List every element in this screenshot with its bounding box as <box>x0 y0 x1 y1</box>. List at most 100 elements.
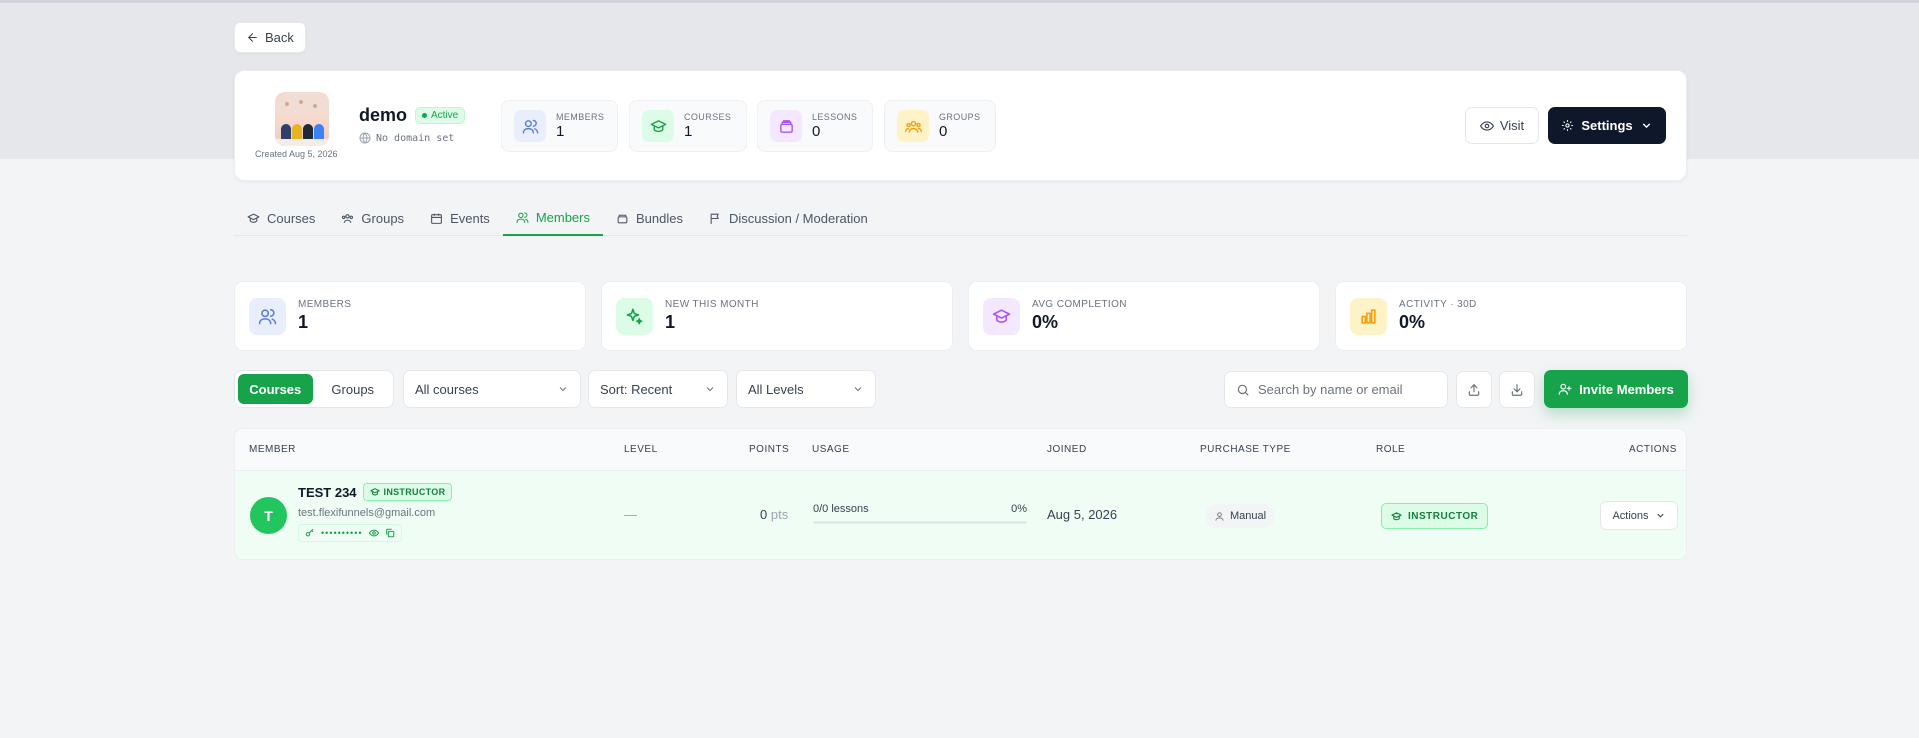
graduation-cap-icon <box>369 488 380 496</box>
usage-percent: 0% <box>1011 503 1027 515</box>
table-row[interactable]: T TEST 234 INSTRUCTOR test.flexifunnels@… <box>235 471 1686 559</box>
eye-icon <box>1479 120 1494 131</box>
tab-discussion-moderation[interactable]: Discussion / Moderation <box>696 200 881 236</box>
graduation-cap-icon <box>247 213 260 223</box>
back-button[interactable]: Back <box>234 22 306 53</box>
community-title: demo <box>359 105 408 125</box>
tab-members[interactable]: Members <box>502 200 603 236</box>
upload-icon <box>1468 383 1480 396</box>
back-label: Back <box>265 30 294 45</box>
users-icon <box>249 297 286 335</box>
column-header: MEMBER <box>249 444 296 455</box>
header-stat-label: COURSES <box>684 112 732 122</box>
role-badge: INSTRUCTOR <box>1381 503 1489 529</box>
column-header: PURCHASE TYPE <box>1200 444 1291 455</box>
tab-label: Bundles <box>636 210 683 226</box>
member-level: — <box>624 507 637 522</box>
column-header: JOINED <box>1047 444 1087 455</box>
segment-courses[interactable]: Courses <box>238 374 313 404</box>
user-icon <box>1215 511 1224 521</box>
table-header: MEMBER LEVEL POINTS USAGE JOINED PURCHAS… <box>235 429 1686 471</box>
stat-card-new-this-month: NEW THIS MONTH 1 <box>601 281 953 351</box>
visit-button[interactable]: Visit <box>1465 107 1539 144</box>
invite-members-button[interactable]: Invite Members <box>1544 370 1688 408</box>
sparkles-icon <box>616 297 653 335</box>
tab-courses[interactable]: Courses <box>234 200 328 236</box>
stat-value: 0% <box>1032 312 1059 332</box>
actions-label: Actions <box>1612 509 1649 522</box>
chevron-down-icon <box>854 387 862 392</box>
users-icon <box>514 110 546 142</box>
header-stat-courses: COURSES 1 <box>629 100 747 152</box>
arrow-left-icon <box>248 33 257 42</box>
stat-value: 1 <box>665 312 676 332</box>
stat-label: MEMBERS <box>298 299 352 310</box>
member-email: test.flexifunnels@gmail.com <box>298 507 436 519</box>
purchase-type-label: Manual <box>1230 510 1267 522</box>
export-button[interactable] <box>1456 371 1492 408</box>
instructor-badge: INSTRUCTOR <box>362 483 453 501</box>
level-filter-select[interactable]: All Levels <box>736 370 876 408</box>
community-logo <box>235 92 329 146</box>
points-value: 0 <box>760 507 768 522</box>
visit-label: Visit <box>1499 118 1525 133</box>
calendar-icon <box>431 213 442 224</box>
stat-value: 1 <box>298 312 309 332</box>
created-date: Created Aug 5, 2026 <box>255 149 338 159</box>
points-unit: pts <box>770 507 789 522</box>
member-points: 0 pts <box>760 507 788 522</box>
graduation-cap-icon <box>1391 511 1402 520</box>
bar-chart-icon <box>1350 297 1387 335</box>
password-mask: •••••••••• <box>321 528 363 538</box>
settings-button[interactable]: Settings <box>1548 107 1666 144</box>
header-stat-value: 1 <box>684 123 693 140</box>
domain-info: No domain set <box>359 132 465 144</box>
segment-groups[interactable]: Groups <box>316 374 391 404</box>
tab-groups[interactable]: Groups <box>328 200 417 236</box>
row-actions-button[interactable]: Actions <box>1600 501 1678 530</box>
invite-label: Invite Members <box>1579 381 1674 397</box>
eye-icon[interactable] <box>368 528 379 538</box>
sort-select[interactable]: Sort: Recent <box>588 370 728 408</box>
column-header: ROLE <box>1376 444 1406 455</box>
globe-icon <box>359 132 371 144</box>
tab-bundles[interactable]: Bundles <box>603 200 696 236</box>
tab-events[interactable]: Events <box>417 200 503 236</box>
member-name-row: TEST 234 INSTRUCTOR <box>298 483 453 501</box>
chevron-down-icon <box>706 387 714 392</box>
level-filter-value: All Levels <box>748 381 804 397</box>
header-stat-label: GROUPS <box>939 112 981 122</box>
column-header: ACTIONS <box>1629 444 1677 455</box>
search-icon <box>1237 384 1249 396</box>
logo-image <box>275 92 329 146</box>
member-avatar: T <box>250 497 287 534</box>
copy-icon[interactable] <box>385 528 395 538</box>
key-icon <box>305 528 314 537</box>
header-stat-label: LESSONS <box>812 112 858 122</box>
user-plus-icon <box>1558 383 1572 395</box>
stat-card-activity-30d: ACTIVITY · 30D 0% <box>1335 281 1687 351</box>
stat-value: 0% <box>1399 312 1426 332</box>
group-icon <box>342 213 354 223</box>
usage-text: 0/0 lessons <box>813 503 869 515</box>
header-stat-members: MEMBERS 1 <box>501 100 618 152</box>
layers-icon <box>770 110 802 142</box>
password-field: •••••••••• <box>298 524 402 542</box>
header-stat-groups: GROUPS 0 <box>884 100 996 152</box>
search-input[interactable] <box>1258 382 1428 397</box>
course-filter-select[interactable]: All courses <box>403 370 581 408</box>
chevron-down-icon <box>559 387 567 392</box>
domain-text: No domain set <box>376 132 455 144</box>
tab-label: Groups <box>361 210 405 226</box>
member-name[interactable]: TEST 234 <box>298 485 357 500</box>
column-header: LEVEL <box>624 444 658 455</box>
tab-label: Events <box>450 210 490 226</box>
status-badge: Active <box>415 107 466 124</box>
role-label: INSTRUCTOR <box>1408 510 1479 522</box>
stat-label: AVG COMPLETION <box>1032 299 1127 310</box>
section-tabs: Courses Groups Events Members Bundles Di… <box>234 200 1687 236</box>
tab-label: Courses <box>267 210 316 226</box>
import-button[interactable] <box>1499 371 1535 408</box>
community-header: Created Aug 5, 2026 demo Active No domai… <box>234 70 1687 181</box>
stat-label: NEW THIS MONTH <box>665 299 759 310</box>
